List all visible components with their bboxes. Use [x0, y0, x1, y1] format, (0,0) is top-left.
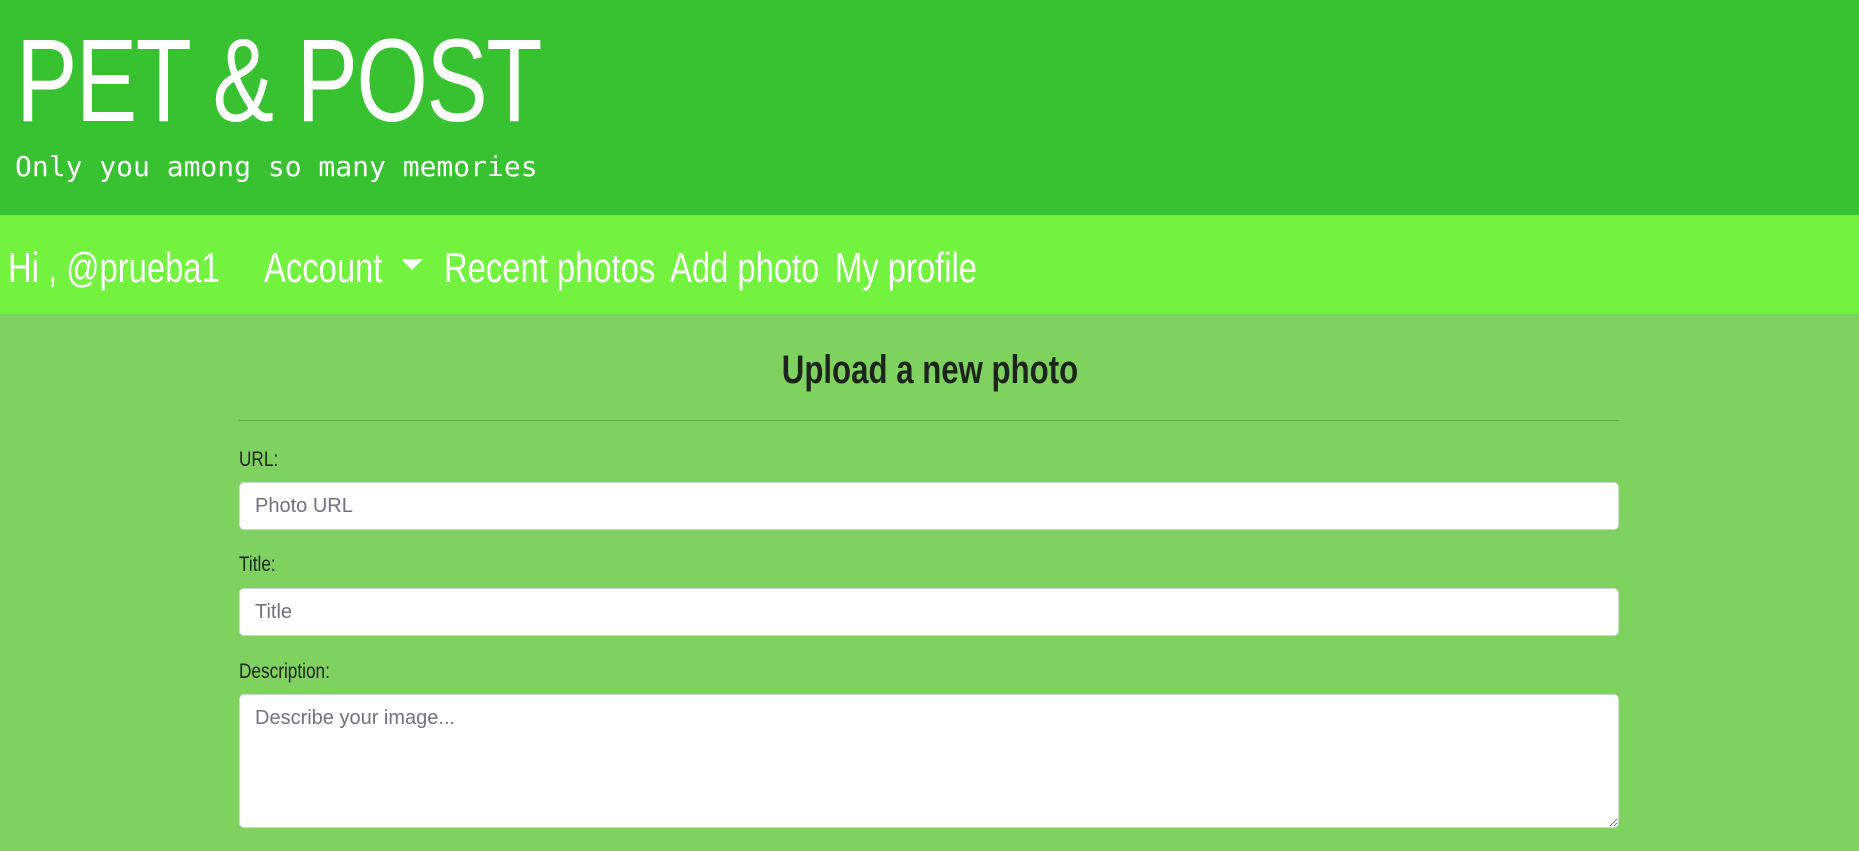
nav-recent-photos[interactable]: Recent photos — [444, 247, 655, 289]
site-title[interactable]: PET & POST — [16, 22, 542, 140]
title-input[interactable] — [239, 588, 1619, 636]
nav-my-profile[interactable]: My profile — [835, 247, 977, 289]
title-label: Title: — [239, 553, 276, 576]
url-label: URL: — [239, 448, 279, 471]
url-input[interactable] — [239, 482, 1619, 530]
form-divider — [239, 420, 1619, 421]
site-tagline: Only you among so many memories — [15, 150, 538, 183]
caret-down-icon[interactable] — [401, 259, 423, 270]
description-textarea[interactable] — [239, 694, 1619, 828]
form-heading-text: Upload a new photo — [781, 348, 1078, 392]
description-label: Description: — [239, 660, 330, 683]
form-heading: Upload a new photo — [0, 348, 1859, 393]
main-navbar: Hi , @prueba1 Account Recent photos Add … — [0, 215, 1859, 314]
nav-add-photo[interactable]: Add photo — [670, 247, 819, 289]
nav-account-dropdown[interactable]: Account — [264, 247, 382, 289]
site-header: PET & POST Only you among so many memori… — [0, 0, 1859, 215]
user-greeting: Hi , @prueba1 — [8, 244, 220, 291]
